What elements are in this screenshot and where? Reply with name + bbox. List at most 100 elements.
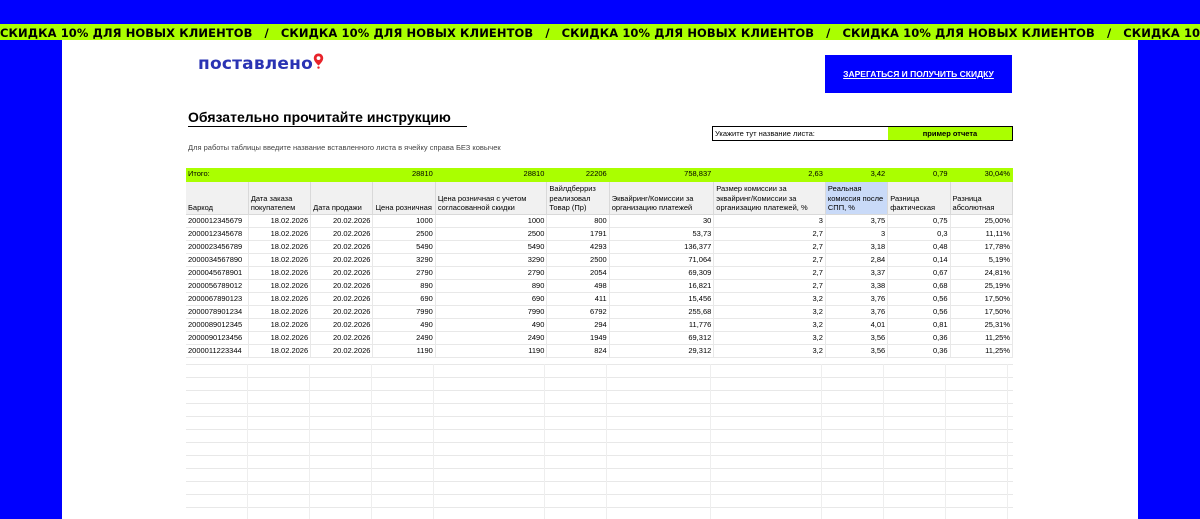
table-cell[interactable]: 1791 xyxy=(546,227,610,241)
table-cell[interactable]: 2,7 xyxy=(713,253,826,267)
table-cell[interactable]: 18.02.2026 xyxy=(248,344,312,358)
table-cell[interactable]: 4293 xyxy=(546,240,610,254)
table-cell[interactable]: 18.02.2026 xyxy=(248,318,312,332)
column-header[interactable]: Цена розничная с учетом согласованной ск… xyxy=(435,181,548,215)
column-header[interactable]: Цена розничная xyxy=(372,181,436,215)
table-cell[interactable]: 20.02.2026 xyxy=(310,318,374,332)
table-cell[interactable]: 1949 xyxy=(546,331,610,345)
total-cell[interactable]: 28810 xyxy=(435,168,548,182)
column-header[interactable]: Реальная комиссия после СПП, % xyxy=(825,181,889,215)
table-cell[interactable]: 69,309 xyxy=(609,266,715,280)
table-cell[interactable]: 20.02.2026 xyxy=(310,344,374,358)
table-cell[interactable]: 20.02.2026 xyxy=(310,266,374,280)
table-cell[interactable]: 3 xyxy=(825,227,889,241)
table-cell[interactable]: 6792 xyxy=(546,305,610,319)
table-cell[interactable]: 490 xyxy=(372,318,436,332)
table-cell[interactable]: 0,81 xyxy=(887,318,951,332)
table-cell[interactable]: 7990 xyxy=(435,305,548,319)
table-cell[interactable]: 2000089012345 xyxy=(186,318,249,332)
table-cell[interactable]: 2500 xyxy=(546,253,610,267)
table-cell[interactable]: 890 xyxy=(435,279,548,293)
table-cell[interactable]: 2000078901234 xyxy=(186,305,249,319)
table-cell[interactable]: 490 xyxy=(435,318,548,332)
table-cell[interactable]: 25,19% xyxy=(950,279,1014,293)
table-cell[interactable]: 3,2 xyxy=(713,305,826,319)
table-cell[interactable]: 3,18 xyxy=(825,240,889,254)
table-cell[interactable]: 3,2 xyxy=(713,344,826,358)
table-cell[interactable]: 2790 xyxy=(435,266,548,280)
table-cell[interactable]: 18.02.2026 xyxy=(248,227,312,241)
table-cell[interactable]: 18.02.2026 xyxy=(248,266,312,280)
table-cell[interactable]: 25,00% xyxy=(950,214,1014,228)
table-cell[interactable]: 2000045678901 xyxy=(186,266,249,280)
table-cell[interactable]: 2,7 xyxy=(713,240,826,254)
column-header[interactable]: Размер комиссии за эквайринг/Комиссии за… xyxy=(713,181,826,215)
table-cell[interactable]: 3,37 xyxy=(825,266,889,280)
table-cell[interactable]: 11,11% xyxy=(950,227,1014,241)
table-cell[interactable]: 2000012345678 xyxy=(186,227,249,241)
table-cell[interactable]: 16,821 xyxy=(609,279,715,293)
column-header[interactable]: Баркод xyxy=(186,181,249,215)
table-cell[interactable]: 2000011223344 xyxy=(186,344,249,358)
sheet-name-input[interactable] xyxy=(888,127,1012,140)
table-cell[interactable]: 2,7 xyxy=(713,266,826,280)
total-cell[interactable]: 28810 xyxy=(372,168,436,182)
table-cell[interactable]: 0,56 xyxy=(887,305,951,319)
table-cell[interactable]: 0,36 xyxy=(887,344,951,358)
table-cell[interactable]: 4,01 xyxy=(825,318,889,332)
table-cell[interactable]: 2054 xyxy=(546,266,610,280)
table-cell[interactable]: 2000012345679 xyxy=(186,214,249,228)
total-cell[interactable]: 758,837 xyxy=(609,168,715,182)
table-cell[interactable]: 3,2 xyxy=(713,318,826,332)
table-cell[interactable]: 20.02.2026 xyxy=(310,240,374,254)
table-cell[interactable]: 25,31% xyxy=(950,318,1014,332)
table-cell[interactable]: 0,36 xyxy=(887,331,951,345)
table-cell[interactable]: 2790 xyxy=(372,266,436,280)
table-cell[interactable]: 18.02.2026 xyxy=(248,292,312,306)
table-cell[interactable]: 3290 xyxy=(372,253,436,267)
total-cell[interactable]: 22206 xyxy=(546,168,610,182)
table-cell[interactable]: 2,7 xyxy=(713,279,826,293)
table-cell[interactable]: 0,14 xyxy=(887,253,951,267)
table-cell[interactable]: 255,68 xyxy=(609,305,715,319)
table-cell[interactable]: 5490 xyxy=(435,240,548,254)
table-cell[interactable]: 1000 xyxy=(435,214,548,228)
table-cell[interactable]: 0,56 xyxy=(887,292,951,306)
table-cell[interactable]: 0,75 xyxy=(887,214,951,228)
table-cell[interactable]: 71,064 xyxy=(609,253,715,267)
table-cell[interactable]: 20.02.2026 xyxy=(310,279,374,293)
table-cell[interactable]: 2490 xyxy=(435,331,548,345)
table-cell[interactable]: 3,2 xyxy=(713,331,826,345)
table-cell[interactable]: 18.02.2026 xyxy=(248,331,312,345)
table-cell[interactable]: 3290 xyxy=(435,253,548,267)
total-cell[interactable]: 30,04% xyxy=(950,168,1014,182)
column-header[interactable]: Эквайринг/Комиссии за организацию платеж… xyxy=(609,181,715,215)
table-cell[interactable]: 2000034567890 xyxy=(186,253,249,267)
table-cell[interactable]: 7990 xyxy=(372,305,436,319)
table-cell[interactable]: 2,7 xyxy=(713,227,826,241)
table-cell[interactable]: 11,776 xyxy=(609,318,715,332)
table-cell[interactable]: 3,75 xyxy=(825,214,889,228)
table-cell[interactable]: 3,76 xyxy=(825,292,889,306)
table-cell[interactable]: 3,76 xyxy=(825,305,889,319)
table-cell[interactable]: 136,377 xyxy=(609,240,715,254)
table-cell[interactable]: 3 xyxy=(713,214,826,228)
table-cell[interactable]: 2000056789012 xyxy=(186,279,249,293)
table-cell[interactable]: 53,73 xyxy=(609,227,715,241)
table-cell[interactable]: 800 xyxy=(546,214,610,228)
column-header[interactable]: Дата заказа покупателем xyxy=(248,181,312,215)
table-cell[interactable]: 20.02.2026 xyxy=(310,305,374,319)
table-cell[interactable]: 0,3 xyxy=(887,227,951,241)
table-cell[interactable]: 3,38 xyxy=(825,279,889,293)
table-cell[interactable]: 5,19% xyxy=(950,253,1014,267)
table-cell[interactable]: 18.02.2026 xyxy=(248,279,312,293)
table-cell[interactable]: 24,81% xyxy=(950,266,1014,280)
table-cell[interactable]: 17,50% xyxy=(950,305,1014,319)
table-cell[interactable]: 3,2 xyxy=(713,292,826,306)
table-cell[interactable]: 2000090123456 xyxy=(186,331,249,345)
total-label-cell[interactable]: Итого: xyxy=(186,168,249,182)
table-cell[interactable]: 20.02.2026 xyxy=(310,214,374,228)
total-cell[interactable]: 2,63 xyxy=(713,168,826,182)
table-cell[interactable]: 2500 xyxy=(435,227,548,241)
table-cell[interactable]: 20.02.2026 xyxy=(310,227,374,241)
